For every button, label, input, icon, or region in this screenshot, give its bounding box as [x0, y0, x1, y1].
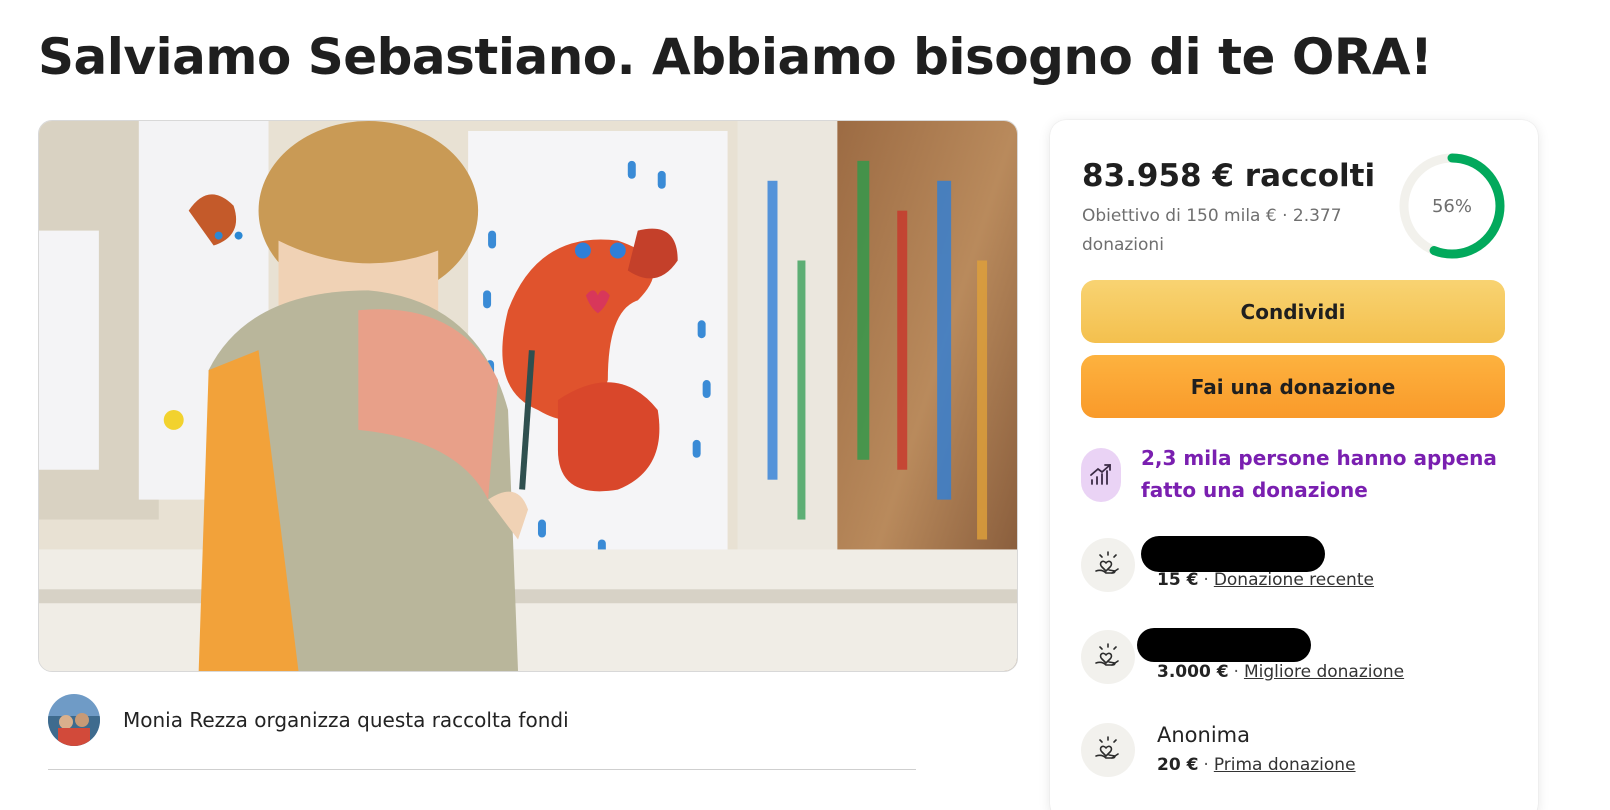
donation-meta: 20 € · Prima donazione — [1157, 755, 1356, 775]
separator: · — [1233, 662, 1239, 682]
heart-hand-icon — [1081, 630, 1135, 684]
donation-meta: 15 € · Donazione recente — [1157, 570, 1374, 590]
top-donation-link[interactable]: Migliore donazione — [1244, 662, 1404, 682]
redacted-name — [1137, 628, 1311, 662]
page-title: Salviamo Sebastiano. Abbiamo bisogno di … — [38, 28, 1433, 86]
donation-item: 15 € · Donazione recente — [1081, 536, 1511, 600]
separator: · — [1203, 755, 1209, 775]
donation-amount: 20 € — [1157, 755, 1199, 775]
donation-amount: 3.000 € — [1157, 662, 1229, 682]
recent-donation-link[interactable]: Donazione recente — [1214, 570, 1374, 590]
donation-meta: 3.000 € · Migliore donazione — [1157, 662, 1404, 682]
first-donation-link[interactable]: Prima donazione — [1214, 755, 1356, 775]
donation-card: 83.958 € raccolti Obiettivo di 150 mila … — [1050, 120, 1538, 810]
goal-and-donation-count: Obiettivo di 150 mila € · 2.377 donazion… — [1082, 206, 1342, 255]
progress-ring: 56% — [1396, 150, 1508, 262]
amount-raised: 83.958 € raccolti — [1082, 158, 1376, 194]
trending-text: 2,3 mila persone hanno appena fatto una … — [1141, 446, 1497, 502]
heart-hand-icon — [1081, 538, 1135, 592]
child-painting-photo — [39, 121, 1017, 671]
progress-percent: 56% — [1431, 195, 1472, 217]
heart-hand-icon — [1081, 723, 1135, 777]
trending-up-icon — [1081, 448, 1121, 502]
campaign-hero-image[interactable] — [38, 120, 1018, 672]
trending-notice: 2,3 mila persone hanno appena fatto una … — [1081, 442, 1511, 512]
avatar-photo — [48, 694, 100, 746]
donate-button[interactable]: Fai una donazione — [1081, 355, 1505, 418]
separator: · — [1203, 570, 1209, 590]
organizer-text: Monia Rezza organizza questa raccolta fo… — [123, 708, 569, 732]
donation-item: 3.000 € · Migliore donazione — [1081, 628, 1511, 692]
donation-amount: 15 € — [1157, 570, 1199, 590]
organizer-avatar[interactable] — [48, 694, 100, 746]
organizer-row[interactable]: Monia Rezza organizza questa raccolta fo… — [48, 694, 916, 770]
share-button[interactable]: Condividi — [1081, 280, 1505, 343]
donor-name: Anonima — [1157, 723, 1250, 747]
donation-item: Anonima 20 € · Prima donazione — [1081, 723, 1511, 785]
redacted-name — [1141, 536, 1325, 572]
